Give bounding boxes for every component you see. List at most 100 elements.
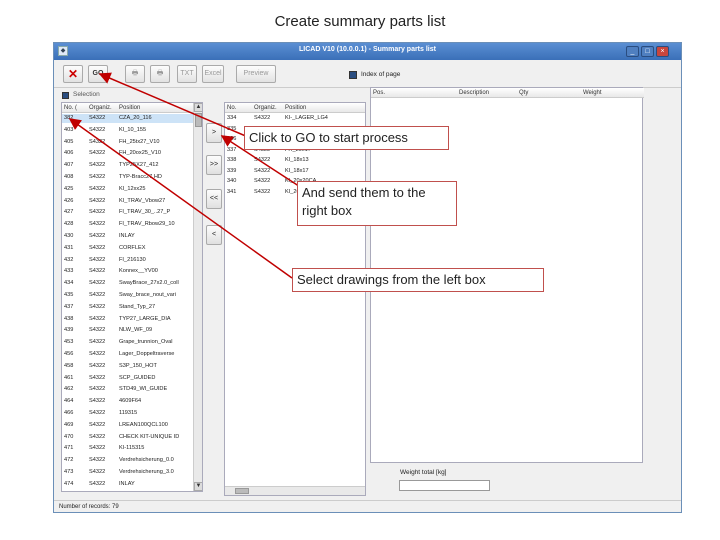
table-cell: 428 [64,221,74,228]
table-row[interactable]: 458 S4322 S3P_150_HOT [62,362,193,371]
left-header-no[interactable]: No. ( [62,103,87,113]
table-cell: S4322 [89,126,106,133]
table-row[interactable]: 403 S4322 KI_10_155 [62,126,193,135]
table-row[interactable]: 427 S4322 FI_TRAV_30_..27_P [62,208,193,217]
table-row[interactable]: 426 S4322 KI_TRAV_Vbow27 [62,197,193,206]
table-row[interactable]: 470 S4322 CHECK KIT-UNIQUE ID [62,433,193,442]
table-row[interactable]: 456 S4322 Lager_Doppeltraverse [62,350,193,359]
hscroll-thumb[interactable] [235,488,249,494]
table-row[interactable]: 407 S4322 TYP25X27_412 [62,161,193,170]
table-row[interactable]: 382 S4322 CZA_20_116 [62,114,193,124]
table-cell: 431 [64,244,74,251]
table-row[interactable]: 472 S4322 Verdrehsicherung_0.0 [62,456,193,465]
print-preview-button[interactable]: 🖶 [150,65,170,83]
table-cell: S4322 [89,457,106,464]
table-cell: 437 [64,303,74,310]
right-header-description[interactable]: Description [457,88,517,98]
move-right-button[interactable]: > [206,123,222,143]
go-button[interactable]: GO [88,65,108,83]
table-cell: KI_10_155 [119,126,147,133]
table-row[interactable]: 432 S4322 FI_216130 [62,256,193,265]
txt-export-button[interactable]: TXT [177,65,197,83]
table-cell: 432 [64,256,74,263]
center-header-no[interactable]: No. [225,103,252,113]
table-row[interactable]: 461 S4322 SCP_GUIDED [62,374,193,383]
table-row[interactable]: 471 S4322 KI-115315 [62,444,193,453]
weight-total-field[interactable] [399,480,490,491]
center-hscrollbar[interactable] [225,486,365,495]
slide-title: Create summary parts list [274,13,446,30]
table-row[interactable]: 428 S4322 FI_TRAV_Rbow29_10 [62,220,193,229]
table-row[interactable]: 453 S4322 Grape_trunnion_Oval [62,338,193,347]
table-cell: LREAN100QCL100 [119,421,168,428]
right-header-qty[interactable]: Qty [517,88,581,98]
center-header-position[interactable]: Position [283,103,365,113]
table-row[interactable]: 406 S4322 FH_20ox25_V10 [62,149,193,158]
left-list[interactable]: No. ( Organiz. Position 382 S4322 CZA_20_1… [61,102,203,492]
table-row[interactable]: 439 S4322 NLW_WF_09 [62,326,193,335]
left-header-position[interactable]: Position [117,103,202,113]
move-all-left-button[interactable]: << [206,189,222,209]
toolbar: ✕ GO 🖶 🖶 TXT Excel Preview Index of page [54,60,681,88]
table-cell: 405 [64,138,74,145]
cancel-button[interactable]: ✕ [63,65,83,83]
table-row[interactable]: 473 S4322 Verdrehsicherung_3.0 [62,468,193,477]
callout-send: And send them to the right box [297,181,457,226]
table-row[interactable]: 438 S4322 TYP27_LARGE_DIA [62,315,193,324]
move-all-right-button[interactable]: >> [206,155,222,175]
table-row[interactable]: 338 S4322 KI_18x13 [225,156,365,165]
left-scrollbar[interactable]: ▲ ▼ [193,103,202,491]
selection-checkbox[interactable] [62,92,69,99]
table-cell: 435 [64,292,74,298]
right-header-pos[interactable]: Pos. [371,88,457,98]
table-row[interactable]: 469 S4322 LREAN100QCL100 [62,421,193,430]
excel-export-button[interactable]: Excel [202,65,224,83]
table-cell: KI_18x13 [285,157,309,163]
right-header-weight[interactable]: Weight [581,88,644,98]
left-header-org[interactable]: Organiz. [87,103,117,113]
table-row[interactable]: 435 S4322 Sway_brace_nout_vari [62,291,193,300]
table-row[interactable]: 474 S4322 INLAY [62,480,193,489]
table-row[interactable]: 462 S4322 STD49_WI_GUIDE [62,385,193,394]
table-row[interactable]: 464 S4322 4609F64 [62,397,193,406]
table-row[interactable]: 339 S4322 KI_18x17 [225,167,365,176]
table-cell: S4322 [89,138,106,145]
preview-button[interactable]: Preview [236,65,276,83]
window-title: LICAD V10 (10.0.0.1) - Summary parts lis… [299,46,436,53]
table-row[interactable]: 408 S4322 TYP-Bracc27 HD [62,173,193,182]
table-row[interactable]: 433 S4322 Konnex__YV00 [62,267,193,276]
move-left-button[interactable]: < [206,225,222,245]
table-cell: S4322 [89,398,106,405]
table-cell: 453 [64,339,74,346]
selection-label: Selection [73,91,100,98]
table-cell: Grape_trunnion_Oval [119,339,173,346]
center-list[interactable]: No. Organiz. Position 334 S4322 KI-_LAGER_… [224,102,366,496]
maximize-button[interactable]: □ [641,46,654,57]
scroll-thumb[interactable] [195,113,202,127]
scroll-up-icon[interactable]: ▲ [194,103,202,112]
table-row[interactable]: 405 S4322 FH_25tx27_V10 [62,138,193,147]
center-header-org[interactable]: Organiz. [252,103,283,113]
scroll-down-icon[interactable]: ▼ [194,482,202,491]
table-row[interactable]: 334 S4322 KI-_LAGER_LG4 [225,114,365,123]
table-cell: S4322 [89,280,106,287]
table-cell: 469 [64,421,74,428]
table-cell: INLAY [119,480,135,487]
table-cell: S4322 [89,362,106,369]
print-button[interactable]: 🖶 [125,65,145,83]
table-cell: S4322 [254,157,271,163]
minimize-button[interactable]: _ [626,46,639,57]
table-row[interactable]: 425 S4322 KI_12xx25 [62,185,193,194]
close-button[interactable]: × [656,46,669,57]
table-cell: KI-115315 [119,445,145,452]
index-checkbox[interactable] [349,71,357,79]
table-row[interactable]: 430 S4322 INLAY [62,232,193,241]
table-cell: FH_25tx27_V10 [119,138,160,145]
table-cell: INLAY [119,233,135,239]
table-row[interactable]: 434 S4322 SwayBrace_27x2.0_coll [62,279,193,288]
table-row[interactable]: 431 S4322 CORFLEX [62,244,193,253]
table-row[interactable]: 466 S4322 119315 [62,409,193,418]
table-cell: KI-_LAGER_LG4 [285,115,328,121]
table-cell: SwayBrace_27x2.0_coll [119,280,179,287]
table-row[interactable]: 437 S4322 Stand_Typ_27 [62,303,193,312]
